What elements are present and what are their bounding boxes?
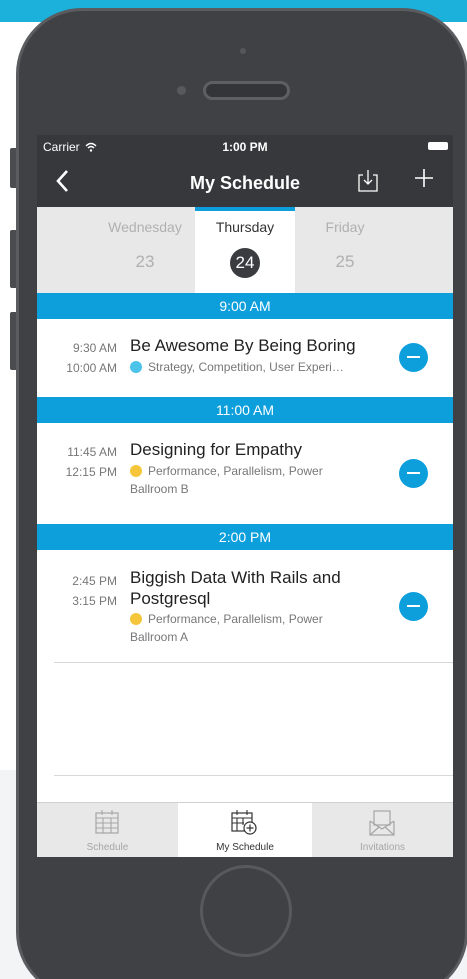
battery-icon bbox=[428, 142, 448, 150]
day-name: Thursday bbox=[215, 219, 275, 235]
day-number: 25 bbox=[335, 252, 355, 271]
day-number: 23 bbox=[135, 252, 155, 271]
session-track: Performance, Parallelism, Power Ballroom… bbox=[130, 610, 385, 646]
session-end-time: 3:15 PM bbox=[72, 594, 117, 608]
calendar-add-icon bbox=[231, 810, 257, 835]
plus-icon[interactable] bbox=[414, 165, 434, 193]
track-color-dot bbox=[130, 613, 142, 625]
day-name: Friday bbox=[325, 219, 365, 235]
tab-label: Invitations bbox=[359, 842, 406, 853]
day-name: Wednesday bbox=[108, 219, 182, 235]
session-title: Designing for Empathy bbox=[130, 440, 302, 459]
tab-bar: Schedule My Schedule Invitations bbox=[37, 802, 453, 857]
session-title: Biggish Data With Rails and Postgresql bbox=[130, 568, 341, 608]
envelope-icon bbox=[369, 810, 395, 836]
day-friday[interactable]: Friday 25 bbox=[295, 207, 395, 293]
session-track: Performance, Parallelism, Power Ballroom… bbox=[130, 462, 385, 498]
day-number-selected: 24 bbox=[230, 248, 260, 278]
time-header: 2:00 PM bbox=[37, 524, 453, 550]
tab-schedule[interactable]: Schedule bbox=[37, 803, 178, 857]
session-title: Be Awesome By Being Boring bbox=[130, 336, 356, 355]
time-header: 11:00 AM bbox=[37, 397, 453, 423]
session-start-time: 2:45 PM bbox=[72, 574, 117, 588]
earpiece-speaker bbox=[203, 81, 290, 100]
status-time: 1:00 PM bbox=[222, 140, 268, 154]
day-thursday[interactable]: Thursday 24 bbox=[195, 207, 295, 293]
session-room: Ballroom B bbox=[130, 482, 189, 496]
app-screen: Carrier 1:00 PM My Schedule Wednesday 23… bbox=[37, 135, 453, 857]
session-start-time: 11:45 AM bbox=[67, 445, 117, 459]
session-room: Ballroom A bbox=[130, 630, 189, 644]
page-title: My Schedule bbox=[189, 173, 301, 193]
tab-label: Schedule bbox=[86, 842, 129, 853]
navigation-bar: My Schedule bbox=[37, 157, 453, 207]
tab-my-schedule[interactable]: My Schedule bbox=[178, 803, 312, 857]
remove-session-button[interactable] bbox=[399, 459, 428, 488]
track-color-dot bbox=[130, 465, 142, 477]
home-button[interactable] bbox=[200, 865, 292, 957]
front-camera bbox=[240, 48, 246, 54]
proximity-sensor bbox=[177, 86, 186, 95]
remove-session-button[interactable] bbox=[399, 592, 428, 621]
track-label: Strategy, Competition, User Experi… bbox=[148, 360, 344, 374]
session-track: Strategy, Competition, User Experi… bbox=[130, 358, 385, 376]
tab-label: My Schedule bbox=[216, 842, 274, 853]
list-divider bbox=[54, 662, 453, 663]
track-label: Performance, Parallelism, Power bbox=[148, 464, 323, 478]
session-item[interactable]: 2:45 PM 3:15 PM Biggish Data With Rails … bbox=[37, 550, 453, 662]
time-header: 9:00 AM bbox=[37, 293, 453, 319]
day-selector: Wednesday 23 Thursday 24 Friday 25 bbox=[37, 207, 453, 293]
session-item[interactable]: 9:30 AM 10:00 AM Be Awesome By Being Bor… bbox=[37, 319, 453, 397]
tab-invitations[interactable]: Invitations bbox=[312, 803, 453, 857]
track-label: Performance, Parallelism, Power bbox=[148, 612, 323, 626]
session-item[interactable]: 11:45 AM 12:15 PM Designing for Empathy … bbox=[37, 423, 453, 519]
day-wednesday[interactable]: Wednesday 23 bbox=[95, 207, 195, 293]
session-end-time: 12:15 PM bbox=[65, 465, 117, 479]
remove-session-button[interactable] bbox=[399, 343, 428, 372]
status-bar: Carrier 1:00 PM bbox=[37, 135, 453, 157]
download-icon[interactable] bbox=[357, 169, 379, 193]
session-start-time: 9:30 AM bbox=[72, 341, 117, 355]
list-divider bbox=[54, 775, 453, 776]
calendar-grid-icon bbox=[95, 810, 119, 834]
session-end-time: 10:00 AM bbox=[66, 361, 117, 375]
track-color-dot bbox=[130, 361, 142, 373]
